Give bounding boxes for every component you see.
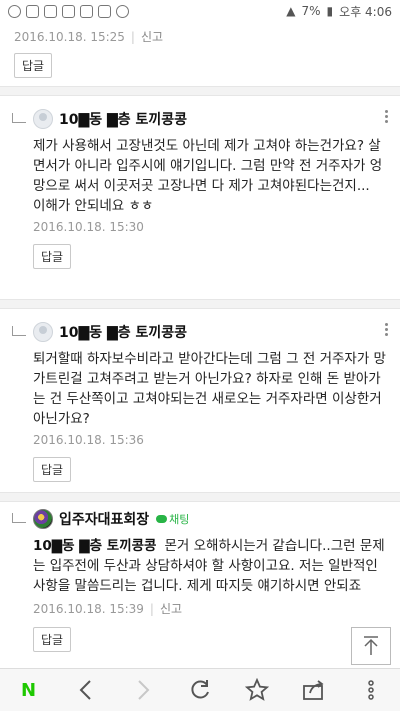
divider xyxy=(0,299,400,309)
star-icon xyxy=(245,678,270,701)
dots-icon xyxy=(116,4,129,18)
reply-button[interactable]: 답글 xyxy=(14,53,53,78)
comment-date: 2016.10.18. 15:39 xyxy=(33,601,144,616)
report-link[interactable]: 신고 xyxy=(141,28,163,45)
chat-label: 채팅 xyxy=(169,513,190,526)
comment-author[interactable]: 10▇동 ▇층 토끼콩콩 xyxy=(59,109,187,129)
notification-icon xyxy=(8,4,21,18)
forward-button[interactable] xyxy=(123,672,163,708)
share-icon xyxy=(303,680,324,700)
gallery-icon xyxy=(26,4,39,18)
mention[interactable]: 10▇동 ▇층 토끼콩콩 xyxy=(33,538,156,554)
comment-meta: 2016.10.18. 15:30 xyxy=(33,220,388,234)
share-button[interactable] xyxy=(294,672,334,708)
naver-logo: N xyxy=(21,679,37,701)
app-icon xyxy=(44,4,57,18)
app2-icon xyxy=(98,4,111,18)
message-icon xyxy=(62,4,75,18)
back-icon xyxy=(79,680,91,700)
reply-arrow-icon xyxy=(12,113,26,123)
reply-arrow-icon xyxy=(12,326,26,336)
comment-meta: 2016.10.18. 15:25 | 신고 xyxy=(14,28,164,45)
status-bar: ▲ 7% ▮ 오후 4:06 xyxy=(0,0,400,22)
refresh-button[interactable] xyxy=(180,672,220,708)
divider xyxy=(0,492,400,502)
clock: 오후 4:06 xyxy=(339,4,392,19)
more-button[interactable] xyxy=(351,672,391,708)
comment-author[interactable]: 입주자대표회장 xyxy=(59,509,149,529)
arrow-up-icon xyxy=(364,636,378,655)
avatar[interactable] xyxy=(33,109,53,129)
calendar-icon xyxy=(80,4,93,18)
naver-home-button[interactable]: N xyxy=(9,672,49,708)
comment-date: 2016.10.18. 15:25 xyxy=(14,29,125,44)
report-link[interactable]: 신고 xyxy=(160,600,182,617)
scroll-to-top-button[interactable] xyxy=(351,627,391,665)
chat-badge[interactable]: 채팅 xyxy=(156,511,189,527)
comment-date: 2016.10.18. 15:36 xyxy=(33,433,144,447)
comment-text: 10▇동 ▇층 토끼콩콩 몬거 오해하시는거 같습니다..그런 문제는 입주전에 … xyxy=(33,536,388,596)
comment-text: 퇴거할때 하자보수비라고 받아간다는데 그럼 그 전 거주자가 망가트린걸 고쳐… xyxy=(33,351,386,427)
divider xyxy=(0,86,400,96)
reply-button[interactable]: 답글 xyxy=(33,457,72,482)
avatar[interactable] xyxy=(33,322,53,342)
comment-text: 제가 사용해서 고장낸것도 아닌데 제가 고쳐야 하는건가요? 살면서가 아니라… xyxy=(33,138,383,214)
more-options-icon[interactable] xyxy=(385,323,388,336)
avatar[interactable] xyxy=(33,509,53,529)
signal-icon: ▲ xyxy=(286,4,296,18)
reply-button[interactable]: 답글 xyxy=(33,244,72,269)
reply-button[interactable]: 답글 xyxy=(33,627,72,652)
comment-item: 입주자대표회장 채팅 10▇동 ▇층 토끼콩콩 몬거 오해하시는거 같습니다..그… xyxy=(0,506,400,652)
battery-percent: 7% xyxy=(301,4,321,18)
comment-meta: 2016.10.18. 15:36 xyxy=(33,433,388,447)
comment-date: 2016.10.18. 15:30 xyxy=(33,220,144,234)
more-options-icon[interactable] xyxy=(385,110,388,123)
forward-icon xyxy=(138,680,150,700)
notification-icons xyxy=(8,4,129,18)
comment-item: 10▇동 ▇층 토끼콩콩 제가 사용해서 고장낸것도 아닌데 제가 고쳐야 하는… xyxy=(0,106,400,269)
comment-list: 2016.10.18. 15:25 | 신고 답글 10▇동 ▇층 토끼콩콩 제… xyxy=(0,22,400,652)
chat-bubble-icon xyxy=(156,515,168,523)
refresh-icon xyxy=(191,680,209,699)
back-button[interactable] xyxy=(66,672,106,708)
more-icon xyxy=(368,680,375,700)
battery-icon: ▮ xyxy=(326,4,334,18)
comment-item: 10▇동 ▇층 토끼콩콩 퇴거할때 하자보수비라고 받아간다는데 그럼 그 전 … xyxy=(0,319,400,482)
bottom-nav: N xyxy=(0,668,400,711)
reply-arrow-icon xyxy=(12,513,26,523)
comment-author[interactable]: 10▇동 ▇층 토끼콩콩 xyxy=(59,322,187,342)
bookmark-button[interactable] xyxy=(237,672,277,708)
comment-meta: 2016.10.18. 15:39 | 신고 xyxy=(33,600,183,617)
